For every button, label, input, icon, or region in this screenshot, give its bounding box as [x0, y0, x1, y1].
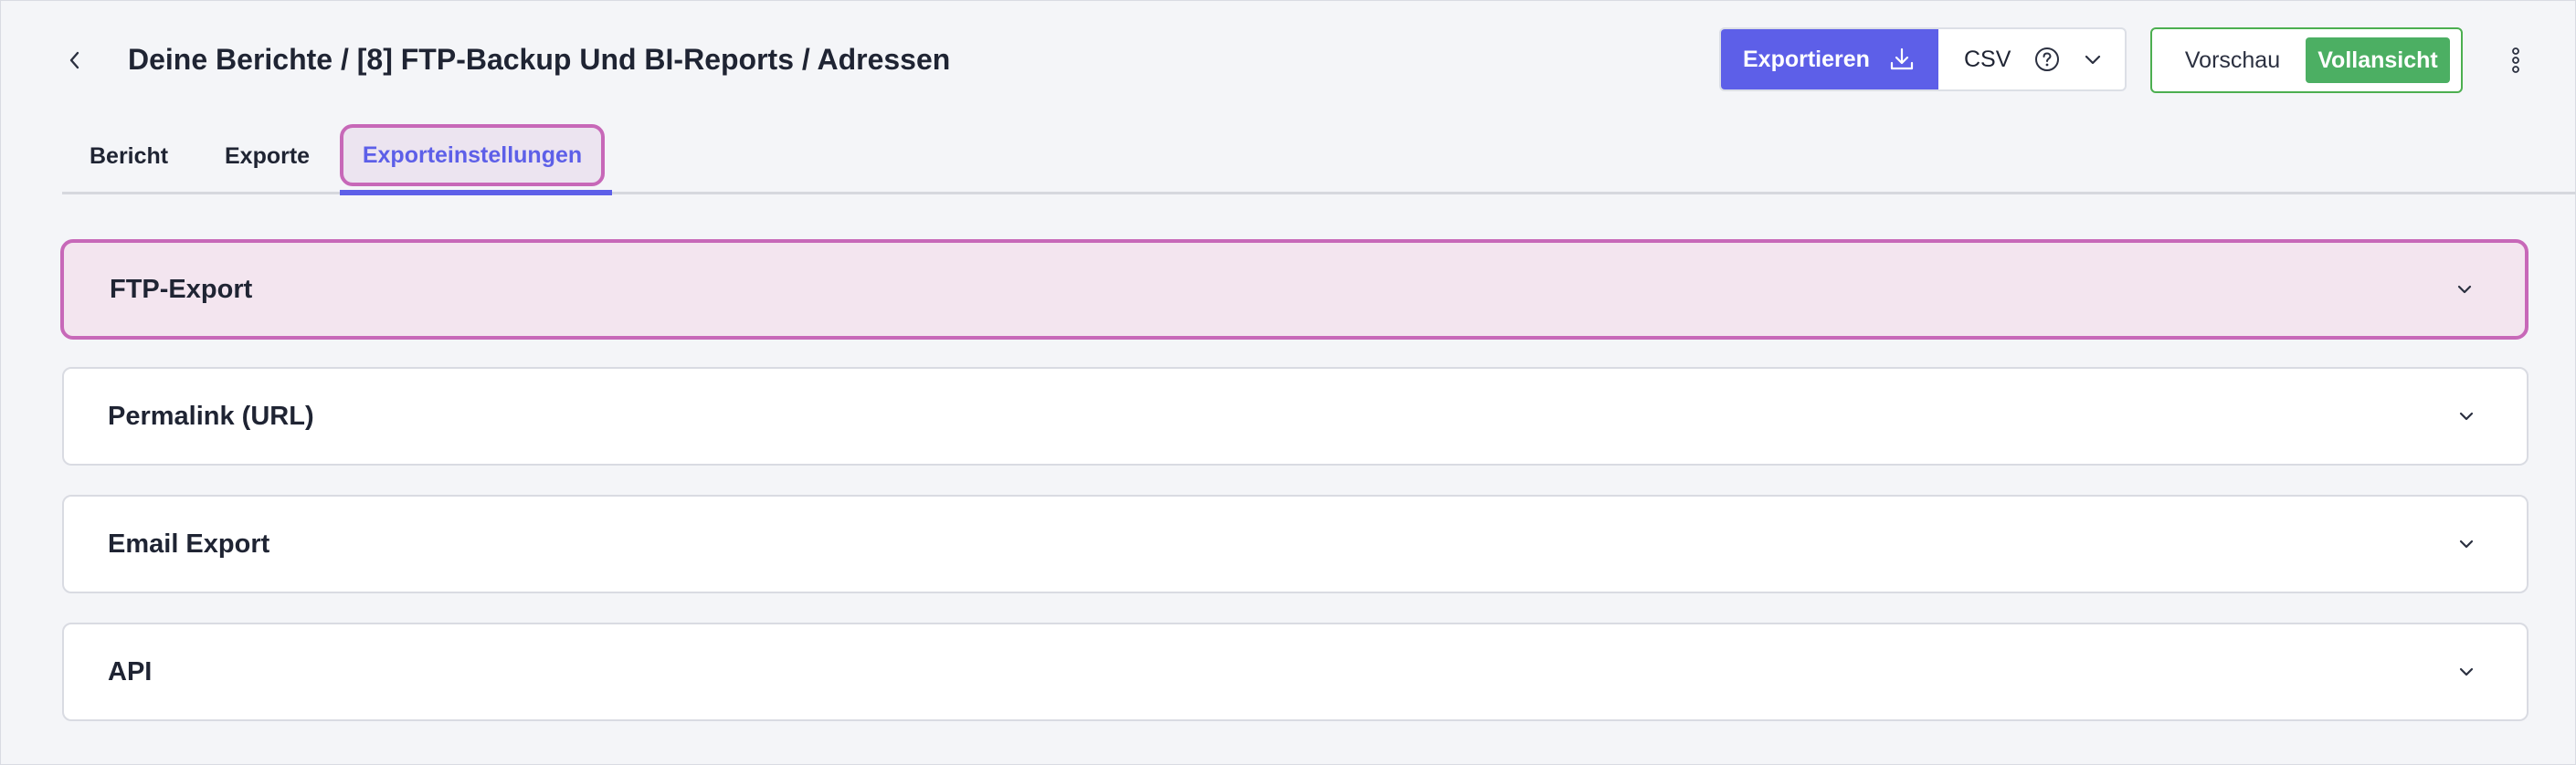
accordion-permalink[interactable]: Permalink (URL) [62, 367, 2528, 466]
chevron-down-icon[interactable] [2083, 49, 2103, 69]
chevron-left-icon [67, 49, 83, 71]
accordion-title: Email Export [108, 529, 270, 559]
export-button-label: Exportieren [1743, 46, 1870, 72]
chevron-down-icon [2455, 661, 2477, 683]
page-title: Deine Berichte / [8] FTP-Backup Und BI-R… [128, 43, 951, 76]
download-icon [1888, 46, 1916, 73]
view-full-button[interactable]: Vollansicht [2306, 37, 2450, 83]
accordion-api[interactable]: API [62, 623, 2528, 721]
chevron-down-icon [2454, 278, 2476, 300]
accordion-title: Permalink (URL) [108, 401, 314, 431]
tab-exporte[interactable]: Exporte [225, 128, 310, 184]
accordion-ftp-export[interactable]: FTP-Export [60, 239, 2528, 340]
format-select[interactable]: CSV [1938, 29, 2125, 89]
back-button[interactable] [57, 42, 93, 79]
chevron-down-icon [2455, 405, 2477, 427]
accordion-title: API [108, 656, 153, 686]
accordion-title: FTP-Export [110, 274, 253, 304]
question-circle-icon[interactable] [2033, 46, 2061, 73]
export-button[interactable]: Exportieren [1721, 29, 1938, 89]
export-group: Exportieren CSV [1719, 27, 2127, 91]
accordion-email-export[interactable]: Email Export [62, 495, 2528, 593]
more-options-button[interactable] [2503, 40, 2528, 80]
format-select-value: CSV [1964, 46, 2011, 72]
active-tab-indicator [340, 190, 612, 195]
tab-exporteinstellungen[interactable]: Exporteinstellungen [340, 124, 605, 186]
chevron-down-icon [2455, 533, 2477, 555]
view-preview-button[interactable]: Vorschau [2159, 37, 2306, 83]
kebab-menu-icon [2510, 47, 2521, 74]
tab-bericht[interactable]: Bericht [90, 128, 168, 184]
view-toggle: Vorschau Vollansicht [2150, 27, 2463, 93]
